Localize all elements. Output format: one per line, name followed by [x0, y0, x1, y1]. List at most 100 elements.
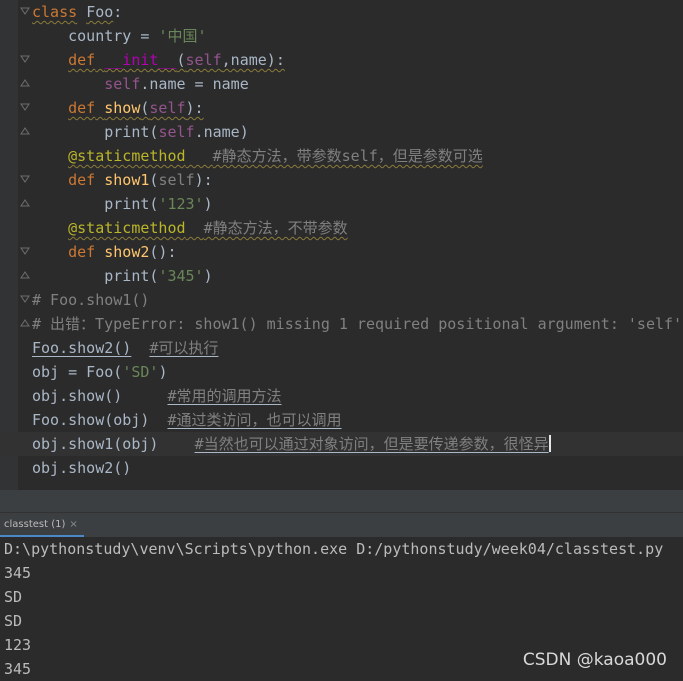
- comment: #静态方法，带参数self，但是参数可选: [212, 147, 483, 165]
- fold-end-icon[interactable]: [20, 318, 30, 328]
- code-text: .name): [194, 123, 249, 141]
- code-line[interactable]: def show2():: [32, 240, 176, 264]
- panel-splitter[interactable]: [0, 490, 683, 512]
- fold-arrow-icon[interactable]: [20, 54, 30, 64]
- builtin-call: print(: [104, 123, 159, 141]
- run-tab-label: classtest (1): [4, 519, 66, 530]
- code-line[interactable]: print(self.name): [32, 120, 249, 144]
- console-line: SD: [4, 612, 23, 630]
- fold-end-icon[interactable]: [20, 270, 30, 280]
- comment: # 出错：TypeError: show1() missing 1 requir…: [32, 315, 683, 333]
- decorator: @staticmethod: [68, 219, 186, 237]
- function-name: show: [104, 99, 141, 117]
- code-line[interactable]: class Foo:: [32, 0, 122, 24]
- function-name: show2: [104, 243, 150, 261]
- fold-arrow-icon[interactable]: [20, 174, 30, 184]
- code-line[interactable]: def show1(self):: [32, 168, 213, 192]
- comment: #静态方法，不带参数: [203, 219, 348, 237]
- punctuation: :: [113, 3, 123, 21]
- console-line: SD: [4, 588, 23, 606]
- fold-arrow-icon[interactable]: [20, 294, 30, 304]
- string-literal: '123': [158, 195, 204, 213]
- fold-end-icon[interactable]: [20, 126, 30, 136]
- code-line[interactable]: obj.show() #常用的调用方法: [32, 384, 282, 408]
- console-line: 123: [4, 636, 32, 654]
- comment: # Foo.show1(): [32, 291, 150, 309]
- close-icon[interactable]: ×: [69, 519, 77, 530]
- code-line[interactable]: print('345'): [32, 264, 212, 288]
- keyword: def: [68, 171, 96, 189]
- code-line-current[interactable]: obj.show1(obj) #当然也可以通过对象访问，但是要传递参数，很怪异: [0, 432, 683, 456]
- keyword: def: [68, 51, 96, 69]
- watermark: CSDN @kaoa000: [522, 650, 667, 670]
- console-line: 345: [4, 660, 32, 678]
- self-ref: self: [104, 75, 141, 93]
- decorator: @staticmethod: [68, 147, 186, 165]
- code-line[interactable]: # 出错：TypeError: show1() missing 1 requir…: [32, 312, 682, 336]
- self-param: self: [185, 51, 222, 69]
- fold-end-icon[interactable]: [20, 198, 30, 208]
- fold-arrow-icon[interactable]: [20, 6, 30, 16]
- code-line[interactable]: def show(self):: [32, 96, 203, 120]
- code-line[interactable]: self.name = name: [32, 72, 249, 96]
- fold-arrow-icon[interactable]: [20, 246, 30, 256]
- punctuation: ):: [194, 171, 213, 189]
- code-line[interactable]: Foo.show(obj) #通过类访问，也可以调用: [32, 408, 342, 432]
- keyword: def: [68, 243, 96, 261]
- code-line[interactable]: # Foo.show1(): [32, 288, 149, 312]
- fold-arrow-icon[interactable]: [20, 102, 30, 112]
- console-line: 345: [4, 564, 32, 582]
- comment: #当然也可以通过对象访问，但是要传递参数，很怪异: [194, 435, 549, 453]
- code-line[interactable]: country = '中国': [32, 24, 207, 48]
- text-caret: [548, 435, 551, 452]
- run-tool-window-tabs: classtest (1) ×: [0, 512, 683, 538]
- keyword: def: [68, 99, 96, 117]
- comment: #可以执行: [149, 339, 219, 357]
- code-line[interactable]: @staticmethod #静态方法，不带参数: [32, 216, 348, 240]
- builtin-call: print(: [104, 195, 159, 213]
- code-editor[interactable]: class Foo: country = '中国' def __init__(s…: [0, 0, 683, 490]
- code-text: .name = name: [140, 75, 249, 93]
- code-line[interactable]: @staticmethod #静态方法，带参数self，但是参数可选: [32, 144, 483, 168]
- function-name: __init__: [104, 51, 177, 69]
- comment: #通过类访问，也可以调用: [167, 411, 342, 429]
- code-text: obj.show2(): [32, 459, 132, 477]
- run-tab-classtest[interactable]: classtest (1) ×: [0, 513, 84, 537]
- code-text: Foo.show(obj): [32, 411, 150, 429]
- code-line[interactable]: print('123'): [32, 192, 213, 216]
- code-text: obj.show(): [32, 387, 123, 405]
- code-line[interactable]: def __init__(self,name):: [32, 48, 285, 72]
- code-line[interactable]: obj.show2(): [32, 456, 131, 480]
- self-ref: self: [158, 123, 195, 141]
- fold-end-icon[interactable]: [20, 78, 30, 88]
- punctuation: ): [203, 195, 213, 213]
- code-text: obj = Foo(: [32, 363, 123, 381]
- punctuation: (: [176, 51, 186, 69]
- editor-gutter: [0, 0, 18, 490]
- comment: #常用的调用方法: [167, 387, 282, 405]
- code-line[interactable]: obj = Foo('SD'): [32, 360, 167, 384]
- code-text: obj.show1(obj): [32, 435, 159, 453]
- code-line[interactable]: Foo.show2() #可以执行: [32, 336, 218, 360]
- string-literal: '中国': [158, 27, 207, 45]
- params: ,name):: [221, 51, 285, 69]
